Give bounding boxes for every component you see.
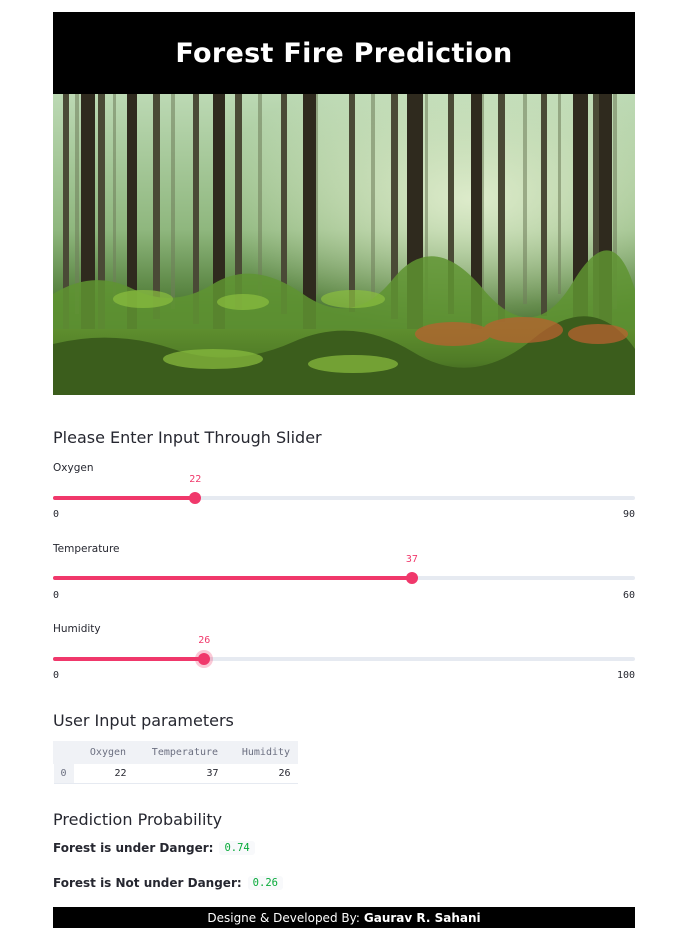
table-header-row: Oxygen Temperature Humidity: [52, 741, 299, 764]
params-table: Oxygen Temperature Humidity 0 22 37 26: [52, 741, 299, 784]
temperature-slider-thumb[interactable]: [405, 572, 418, 584]
danger-result: Forest is under Danger: 0.74: [53, 841, 255, 855]
safe-result: Forest is Not under Danger: 0.26: [53, 876, 283, 890]
index-header: [52, 741, 75, 764]
temperature-max: 60: [622, 590, 635, 601]
row-index: 0: [53, 763, 74, 784]
safe-label: Forest is Not under Danger:: [53, 876, 242, 890]
temperature-label: Temperature: [53, 543, 120, 555]
danger-probability: 0.74: [219, 841, 255, 855]
title-banner: Forest Fire Prediction: [53, 12, 635, 94]
table-row: 0 22 37 26: [53, 763, 298, 784]
humidity-label: Humidity: [53, 623, 101, 635]
cell-temperature: 37: [133, 763, 226, 784]
footer-banner: Designe & Developed By: Gaurav R. Sahani: [53, 907, 635, 928]
temperature-slider[interactable]: 37: [53, 554, 635, 584]
humidity-max: 100: [616, 670, 635, 681]
temperature-min: 0: [53, 590, 60, 601]
app-page: Forest Fire Prediction Please Enter Inpu…: [0, 0, 697, 937]
footer-author: Gaurav R. Sahani: [363, 910, 481, 925]
humidity-slider-fill: [53, 657, 205, 661]
forest-image: [53, 94, 635, 395]
oxygen-slider-fill: [53, 496, 196, 500]
danger-label: Forest is under Danger:: [53, 841, 214, 855]
humidity-slider-value: 26: [198, 635, 211, 646]
column-header-humidity[interactable]: Humidity: [225, 741, 299, 764]
humidity-slider[interactable]: 26: [53, 635, 635, 665]
page-title: Forest Fire Prediction: [175, 37, 513, 69]
safe-probability: 0.26: [247, 876, 283, 890]
footer-prefix: Designe & Developed By:: [207, 910, 360, 925]
oxygen-max: 90: [622, 509, 635, 520]
oxygen-min: 0: [53, 509, 60, 520]
oxygen-slider-thumb[interactable]: [189, 492, 202, 504]
oxygen-label: Oxygen: [53, 462, 94, 474]
column-header-oxygen[interactable]: Oxygen: [73, 741, 135, 764]
temperature-slider-value: 37: [405, 554, 418, 565]
input-heading: Please Enter Input Through Slider: [53, 428, 322, 447]
humidity-slider-thumb[interactable]: [198, 653, 211, 665]
temperature-slider-fill: [53, 576, 412, 580]
column-header-temperature[interactable]: Temperature: [133, 741, 227, 764]
oxygen-slider-value: 22: [189, 474, 202, 485]
cell-oxygen: 22: [73, 763, 134, 784]
params-heading: User Input parameters: [53, 711, 234, 730]
oxygen-slider[interactable]: 22: [53, 474, 635, 504]
prediction-heading: Prediction Probability: [53, 810, 223, 829]
humidity-min: 0: [53, 670, 60, 681]
cell-humidity: 26: [225, 763, 298, 784]
